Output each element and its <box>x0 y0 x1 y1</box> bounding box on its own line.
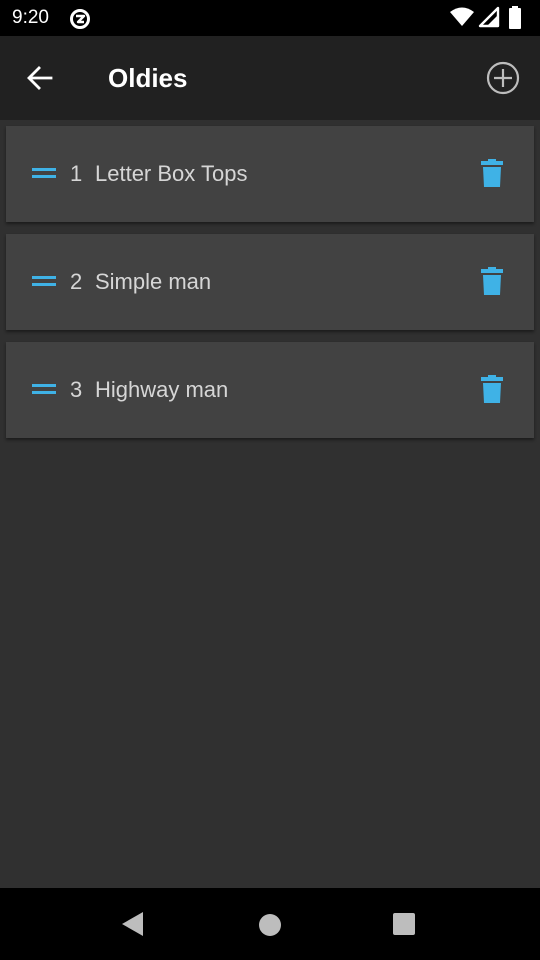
data-saver-icon <box>68 7 92 31</box>
navigation-bar <box>0 888 540 960</box>
trash-icon <box>481 375 503 403</box>
list-item[interactable]: 3 Highway man <box>6 342 534 438</box>
delete-button[interactable] <box>476 264 508 300</box>
drag-handle-icon <box>32 384 56 394</box>
item-title: Simple man <box>95 269 212 294</box>
recents-square-icon <box>393 913 415 935</box>
delete-button[interactable] <box>476 156 508 192</box>
wifi-icon <box>450 7 474 26</box>
song-list: 1 Letter Box Tops 2 Simple man 3 Highway… <box>6 126 534 450</box>
battery-icon <box>509 6 521 29</box>
drag-handle[interactable] <box>30 162 58 186</box>
back-triangle-icon <box>122 912 143 936</box>
nav-home-button[interactable] <box>255 910 285 940</box>
item-title: Letter Box Tops <box>95 161 248 186</box>
back-button[interactable] <box>18 56 62 100</box>
item-number: 3 <box>70 377 83 402</box>
status-time: 9:20 <box>12 7 49 28</box>
add-circle-icon <box>486 61 520 95</box>
drag-handle-icon <box>32 276 56 286</box>
trash-icon <box>481 267 503 295</box>
list-item[interactable]: 2 Simple man <box>6 234 534 330</box>
drag-handle-icon <box>32 168 56 178</box>
arrow-left-icon <box>27 66 53 90</box>
signal-icon <box>478 6 500 28</box>
item-title: Highway man <box>95 377 229 402</box>
add-song-button[interactable] <box>480 56 526 102</box>
item-number: 1 <box>70 161 83 186</box>
nav-back-button[interactable] <box>118 908 148 940</box>
home-circle-icon <box>259 914 281 936</box>
app-bar: Oldies <box>0 36 540 120</box>
drag-handle[interactable] <box>30 270 58 294</box>
delete-button[interactable] <box>476 372 508 408</box>
status-bar: 9:20 <box>0 0 540 36</box>
item-number: 2 <box>70 269 83 294</box>
drag-handle[interactable] <box>30 378 58 402</box>
nav-recents-button[interactable] <box>390 910 418 938</box>
list-item[interactable]: 1 Letter Box Tops <box>6 126 534 222</box>
status-icons <box>450 6 530 30</box>
trash-icon <box>481 159 503 187</box>
page-title: Oldies <box>108 63 188 93</box>
